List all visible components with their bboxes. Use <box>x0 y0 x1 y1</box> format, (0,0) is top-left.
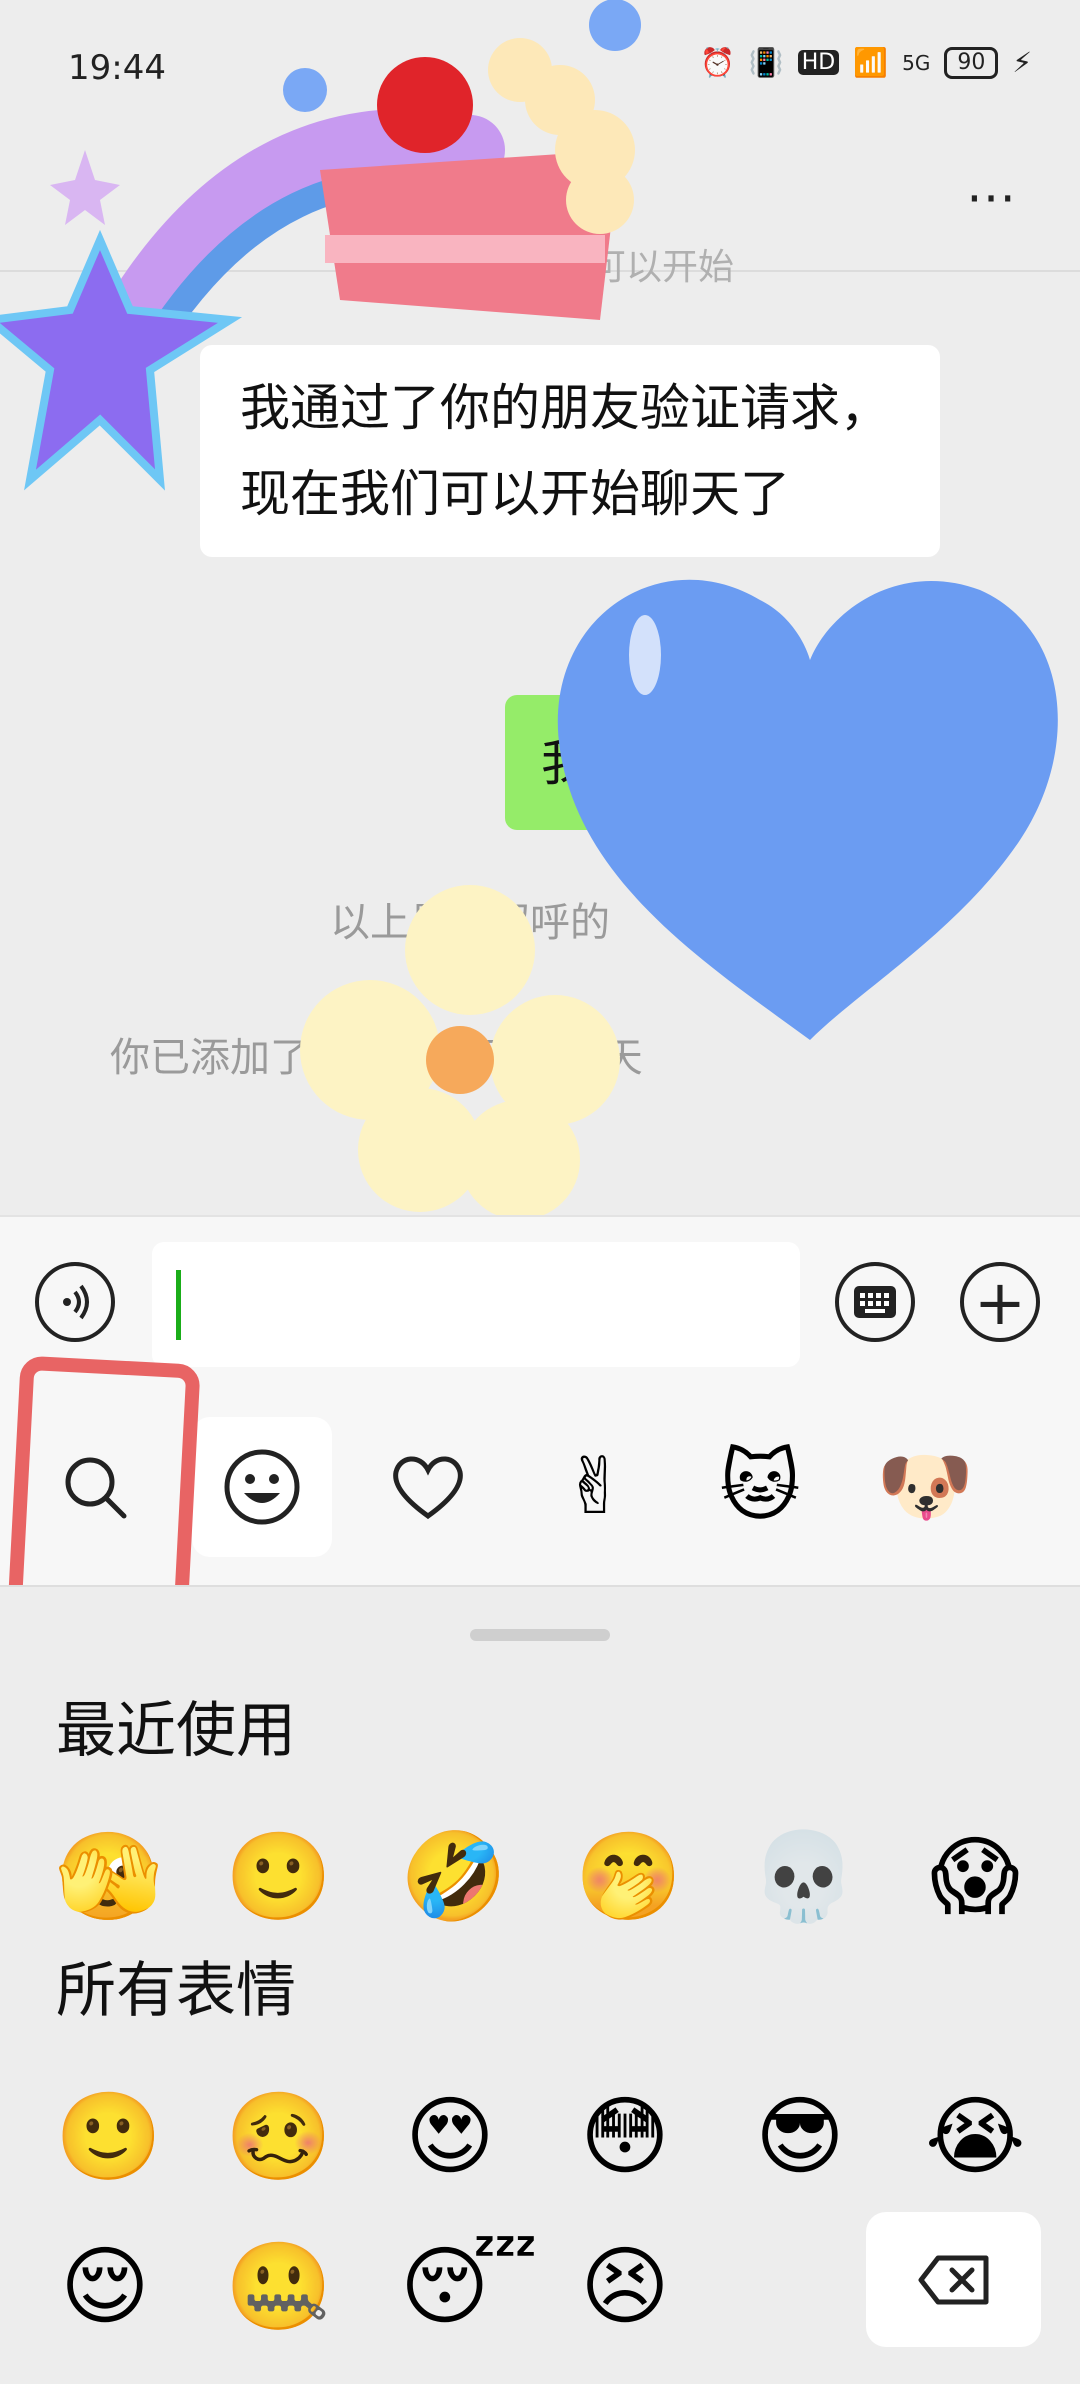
cream-4 <box>566 166 634 234</box>
emoji-item[interactable]: 😎 <box>750 2087 850 2187</box>
tab-sticker-pack-2[interactable]: 🐶 <box>855 1417 995 1557</box>
message-input[interactable] <box>152 1242 800 1367</box>
flower-center <box>426 1026 494 1094</box>
emoji-item[interactable]: 😌 <box>55 2237 155 2337</box>
emoji-item[interactable]: 🙂 <box>55 2087 162 2187</box>
cherry <box>377 57 473 153</box>
vibrate-icon: 📳 <box>748 46 784 79</box>
recent-emoji[interactable]: 😱 <box>925 1827 1025 1927</box>
hd-icon: HD <box>797 50 840 75</box>
cake-layer <box>325 235 605 263</box>
blue-flower-2 <box>589 0 641 51</box>
plus-button[interactable]: + <box>960 1262 1040 1342</box>
tab-sticker-pack-1[interactable]: 🐱 <box>690 1417 830 1557</box>
network-label: 5G <box>902 50 931 75</box>
wifi-icon: 📶 <box>853 46 889 79</box>
text-cursor <box>176 1270 181 1340</box>
tab-gesture-stickers[interactable]: ✌ <box>525 1417 665 1557</box>
recent-section-title: 最近使用 <box>56 1696 296 1766</box>
smiley-icon <box>224 1449 300 1525</box>
emoji-item[interactable]: 🥴 <box>225 2087 332 2187</box>
rainbow-cake-sticker <box>0 0 641 491</box>
voice-button[interactable] <box>35 1262 115 1342</box>
keyboard-icon <box>854 1286 896 1318</box>
emoji-item[interactable]: 😭 <box>925 2087 1026 2187</box>
petal-5 <box>460 1100 580 1220</box>
emoji-item[interactable]: 😳 <box>575 2087 675 2187</box>
small-star <box>50 150 120 225</box>
tab-emoji[interactable] <box>192 1417 332 1557</box>
emoji-item[interactable]: 😍 <box>400 2087 500 2187</box>
all-section-title: 所有表情 <box>56 1956 296 2026</box>
backspace-icon <box>918 2255 988 2304</box>
battery-icon: 90 <box>944 46 999 79</box>
recent-emoji[interactable]: 🤣 <box>400 1827 507 1927</box>
voice-icon <box>63 1284 89 1320</box>
flower-sticker <box>300 885 620 1220</box>
emoji-panel: 最近使用 🫣 🙂 🤣 🤭 💀 😱 所有表情 🙂 🥴 😍 😳 😎 😭 😌 🤐 😴 … <box>0 1585 1080 2384</box>
recent-emoji[interactable]: 🤭 <box>575 1827 682 1927</box>
keyboard-button[interactable] <box>835 1262 915 1342</box>
panel-drag-handle[interactable] <box>470 1629 610 1641</box>
backspace-button[interactable] <box>866 2212 1041 2347</box>
heart-shine <box>629 615 661 695</box>
charging-icon: ⚡ <box>1012 46 1032 79</box>
emoji-item[interactable]: 😣 <box>575 2237 675 2337</box>
petal-1 <box>405 885 535 1015</box>
recent-emoji[interactable]: 💀 <box>750 1827 857 1927</box>
more-options-button[interactable]: ⋯ <box>966 168 1018 226</box>
status-icons: ⏰ 📳 HD 📶 5G 90 ⚡ <box>700 46 1032 79</box>
recent-emoji[interactable]: 🫣 <box>55 1827 162 1927</box>
recent-emoji[interactable]: 🙂 <box>225 1827 332 1927</box>
emoji-item[interactable]: 🤐 <box>225 2237 332 2337</box>
emoji-item[interactable]: 😴 <box>400 2237 538 2337</box>
tab-favorites[interactable] <box>358 1417 498 1557</box>
heart-icon <box>393 1456 463 1520</box>
blue-flower-1 <box>283 68 327 112</box>
